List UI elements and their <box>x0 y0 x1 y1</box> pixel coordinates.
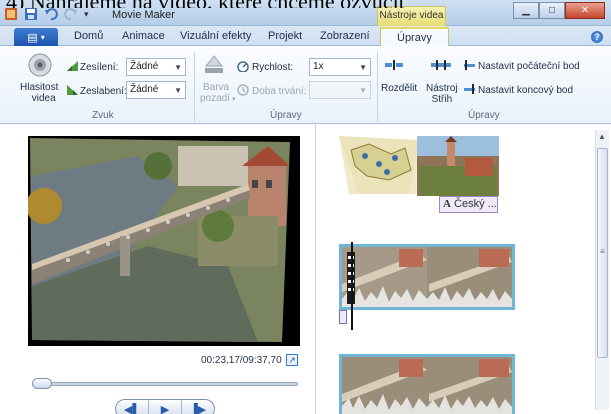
speed-select[interactable]: 1x ▼ <box>309 58 371 76</box>
tab-animace[interactable]: Animace <box>122 30 165 42</box>
group-label-upravy-2: Úpravy <box>468 110 500 121</box>
tab-vizualni-efekty[interactable]: Vizuální efekty <box>180 30 251 42</box>
tab-domu[interactable]: Domů <box>74 30 103 42</box>
background-color-label-2: pozadí ▾ <box>200 93 236 105</box>
document-caption-text: 4) Nahrajeme na video, které chceme ozvu… <box>6 0 405 8</box>
set-end-point-button[interactable]: Nastavit koncový bod <box>478 85 573 96</box>
playback-time: 00:23,17/09:37,70 <box>201 355 282 366</box>
split-button[interactable]: Rozdělit <box>381 83 417 94</box>
preview-pane: 00:23,17/09:37,70 ↗ ◀▌ ▶ ▐▶ <box>0 124 316 414</box>
tab-projekt[interactable]: Projekt <box>268 30 302 42</box>
split-icon <box>385 60 403 70</box>
caption-marker[interactable] <box>339 310 347 324</box>
window-title: Movie Maker <box>112 9 175 21</box>
fade-out-select[interactable]: Žádné ▼ <box>126 81 186 99</box>
fade-out-label: Zeslabení: <box>80 86 127 97</box>
scroll-grip-icon: ≡ <box>600 247 605 256</box>
caption-clip-tag[interactable]: A Český ... <box>439 196 498 213</box>
trim-tool-button[interactable]: Nástroj Střih <box>426 83 458 105</box>
group-separator <box>194 52 195 122</box>
tab-upravy[interactable]: Úpravy <box>380 27 449 47</box>
fade-out-value: Žádné <box>130 84 159 95</box>
background-color-label-2-text: pozadí <box>200 93 231 104</box>
duration-select[interactable]: ▼ <box>309 81 371 99</box>
fade-out-icon <box>67 85 78 95</box>
fade-in-icon <box>67 61 78 71</box>
set-end-point-icon <box>464 84 475 94</box>
fullscreen-button[interactable]: ↗ <box>286 354 298 366</box>
previous-frame-button[interactable]: ◀▌ <box>116 400 149 414</box>
qat-dropdown-icon[interactable]: ▾ <box>84 9 89 20</box>
speed-label: Rychlost: <box>252 62 294 73</box>
ribbon-panel: Hlasitost videa Zesílení: Žádné ▼ Zeslabe… <box>0 46 611 124</box>
playhead-indicator[interactable] <box>351 242 353 330</box>
speed-icon <box>237 61 249 72</box>
set-start-point-button[interactable]: Nastavit počáteční bod <box>478 61 580 72</box>
set-start-point-icon <box>464 60 475 70</box>
trim-tool-label-2: Střih <box>431 94 453 105</box>
storyboard-pane: A Český ... ▲ ≡ <box>317 124 611 414</box>
previous-frame-icon: ◀▌ <box>123 403 141 414</box>
next-frame-button[interactable]: ▐▶ <box>182 400 214 414</box>
fade-in-value: Žádné <box>130 61 159 72</box>
trim-tool-label-1: Nástroj <box>426 83 458 94</box>
background-color-button[interactable]: Barva pozadí ▾ <box>200 82 236 105</box>
video-preview[interactable] <box>28 136 300 346</box>
chevron-down-icon: ▼ <box>174 86 182 95</box>
tab-zobrazeni[interactable]: Zobrazení <box>320 30 370 42</box>
seek-bar[interactable] <box>32 382 298 386</box>
storyboard-clip-2[interactable] <box>339 244 515 310</box>
storyboard-clip-1[interactable] <box>339 136 499 196</box>
transport-controls: ◀▌ ▶ ▐▶ <box>115 399 215 414</box>
next-frame-icon: ▐▶ <box>189 403 207 414</box>
caption-clip-label: Český ... <box>454 198 497 210</box>
chevron-down-icon: ▼ <box>359 63 367 72</box>
file-menu-button[interactable]: ▤ ▾ <box>14 28 58 46</box>
undo-icon[interactable] <box>44 7 58 21</box>
redo-icon[interactable] <box>64 7 78 21</box>
quick-access-toolbar: ▾ <box>4 6 89 22</box>
group-label-zvuk: Zvuk <box>92 110 114 121</box>
storyboard-scrollbar[interactable]: ▲ ≡ <box>595 130 609 410</box>
chevron-down-icon: ▼ <box>174 63 182 72</box>
main-area: 00:23,17/09:37,70 ↗ ◀▌ ▶ ▐▶ A Český ... … <box>0 124 611 414</box>
play-button[interactable]: ▶ <box>149 400 182 414</box>
expand-icon: ↗ <box>288 355 296 365</box>
chevron-down-icon: ▾ <box>230 96 236 103</box>
caption-text-icon: A <box>443 198 451 210</box>
fade-in-label: Zesílení: <box>80 62 119 73</box>
play-icon: ▶ <box>160 403 170 414</box>
volume-icon <box>28 53 52 77</box>
scrollbar-thumb[interactable]: ≡ <box>597 148 608 358</box>
speed-value: 1x <box>313 61 324 72</box>
background-color-icon <box>204 55 224 73</box>
video-volume-label-1: Hlasitost <box>20 82 59 93</box>
storyboard-clip-3[interactable] <box>339 354 515 414</box>
file-menu-arrow-icon: ▾ <box>40 32 45 42</box>
background-color-label-1: Barva <box>203 82 230 93</box>
ribbon-tabs: ▤ ▾ Domů Animace Vizuální efekty Projekt … <box>0 26 611 47</box>
scroll-up-icon[interactable]: ▲ <box>598 132 606 141</box>
video-volume-label-2: videa <box>31 93 56 104</box>
group-separator <box>377 52 378 122</box>
file-menu-icon: ▤ <box>27 31 38 44</box>
context-tab-video-tools: Nástroje videa <box>377 6 446 26</box>
fade-in-select[interactable]: Žádné ▼ <box>126 58 186 76</box>
save-icon[interactable] <box>24 7 38 21</box>
help-icon[interactable]: ? <box>591 31 603 43</box>
trim-tool-icon <box>431 60 451 70</box>
duration-icon <box>237 84 249 96</box>
movie-maker-app-icon[interactable] <box>4 7 18 21</box>
seek-thumb[interactable] <box>32 378 52 389</box>
movie-maker-window: ▾ Movie Maker Nástroje videa ▁ □ ✕ 4) Na… <box>0 0 611 414</box>
duration-label: Doba trvání: <box>252 86 307 97</box>
chevron-down-icon: ▼ <box>359 86 367 95</box>
group-label-upravy-1: Úpravy <box>270 110 302 121</box>
document-caption: 4) Nahrajeme na video, které chceme ozvu… <box>0 0 611 8</box>
video-volume-button[interactable]: Hlasitost videa <box>20 82 58 104</box>
